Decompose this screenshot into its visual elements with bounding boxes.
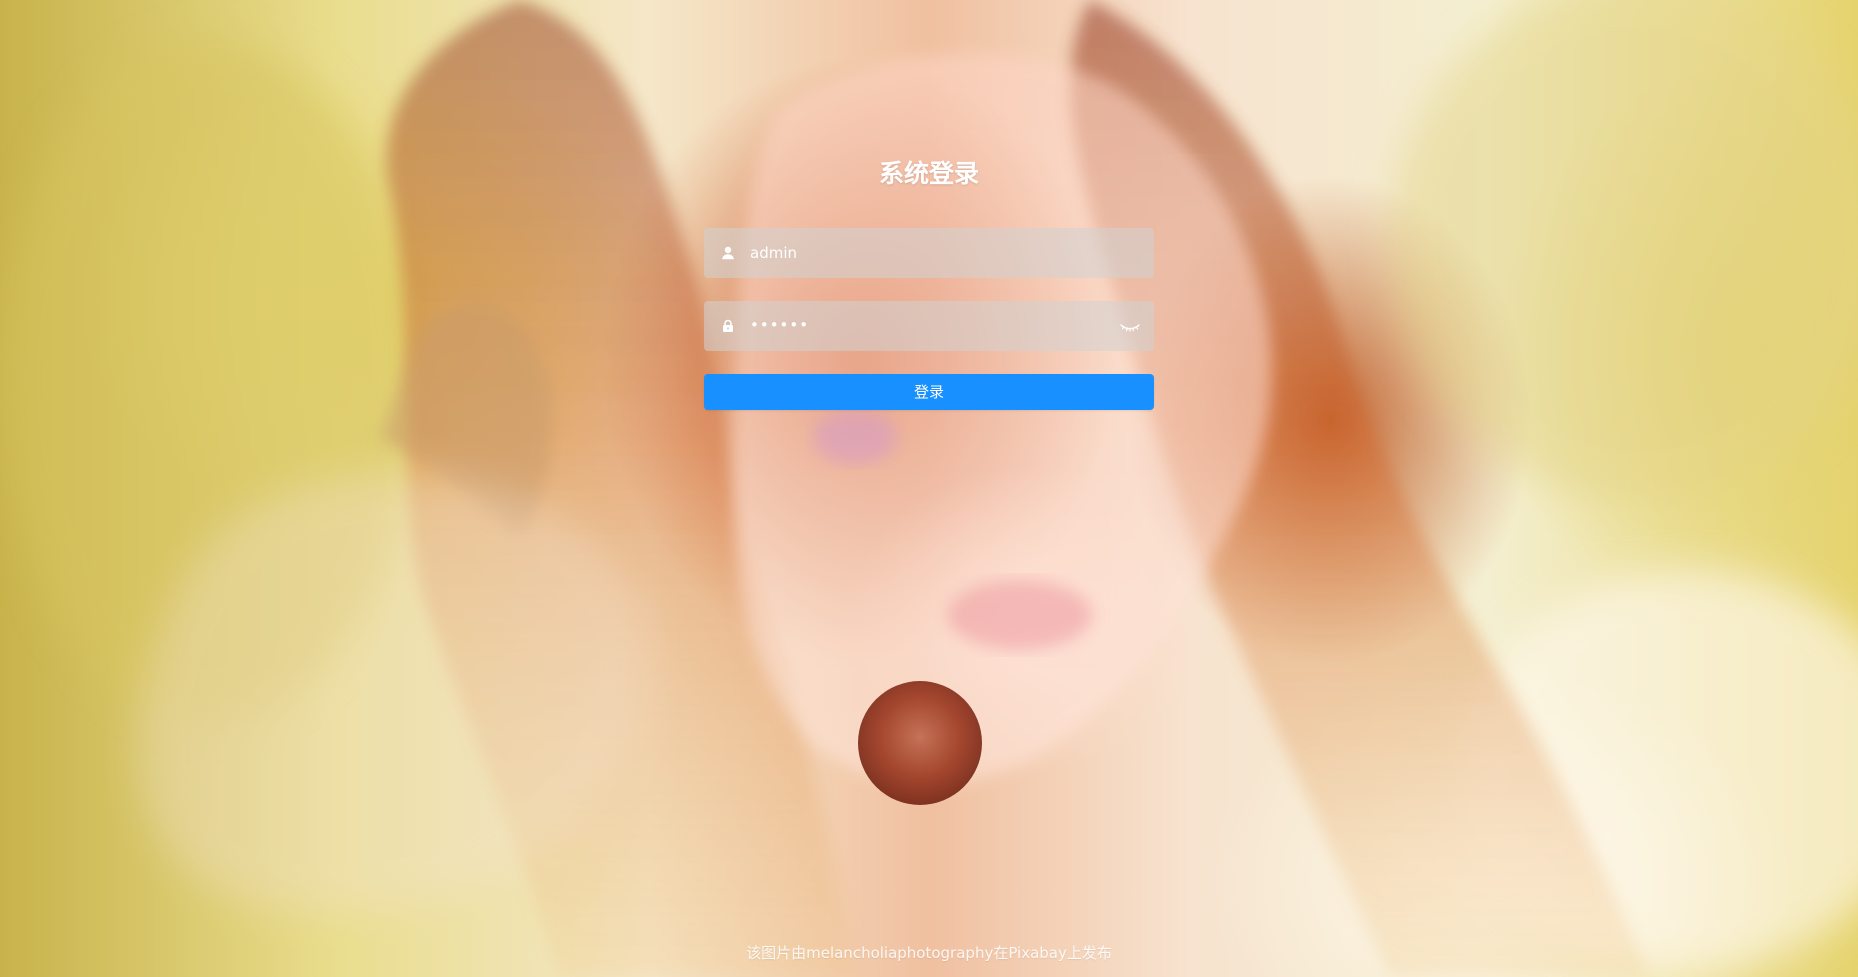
username-value: admin [750,243,797,262]
eye-closed-icon[interactable] [1118,316,1142,336]
page-title: 系统登录 [878,159,979,188]
password-field[interactable]: •••••• [704,301,1154,351]
login-button[interactable]: 登录 [704,374,1154,410]
login-page: 系统登录 admin •••••• 登录 该图片由melancholiaphot… [0,0,1858,977]
password-value: •••••• [750,315,810,334]
lock-icon [718,316,738,336]
photo-credit: 该图片由melancholiaphotography在Pixabay上发布 [746,944,1112,962]
background-photo [0,0,1858,977]
user-icon [718,243,738,263]
username-field[interactable]: admin [704,228,1154,278]
login-panel: 系统登录 admin •••••• 登录 [704,150,1154,410]
